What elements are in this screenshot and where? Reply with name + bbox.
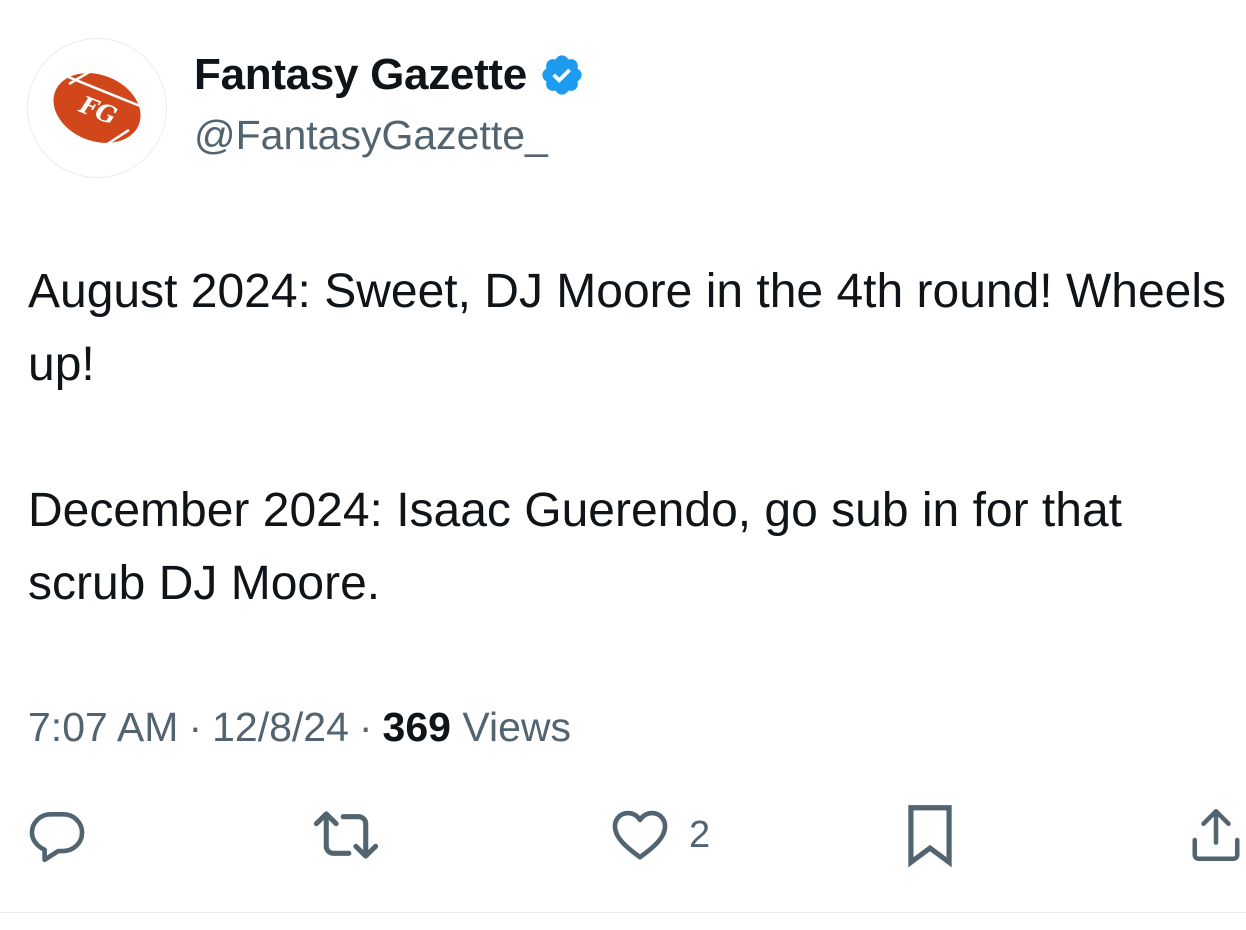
retweet-button[interactable] bbox=[312, 800, 380, 870]
views-label: Views bbox=[462, 704, 572, 750]
author-handle[interactable]: @FantasyGazette_ bbox=[194, 112, 548, 159]
like-button[interactable]: 2 bbox=[609, 800, 710, 870]
tweet-date[interactable]: 12/8/24 bbox=[212, 704, 349, 750]
tweet-action-bar: 2 bbox=[0, 800, 1246, 870]
author-avatar[interactable]: FG bbox=[27, 38, 167, 178]
divider bbox=[0, 912, 1246, 913]
retweet-icon bbox=[313, 811, 379, 859]
tweet-paragraph: August 2024: Sweet, DJ Moore in the 4th … bbox=[28, 265, 1227, 391]
reply-button[interactable] bbox=[26, 800, 88, 870]
tweet-meta: 7:07 AM · 12/8/24 · 369 Views bbox=[28, 704, 571, 751]
tweet-text: August 2024: Sweet, DJ Moore in the 4th … bbox=[28, 255, 1228, 620]
tweet-paragraph: December 2024: Isaac Guerendo, go sub in… bbox=[28, 484, 1122, 610]
heart-icon bbox=[612, 810, 668, 860]
author-display-name[interactable]: Fantasy Gazette bbox=[194, 50, 527, 100]
reply-icon bbox=[29, 812, 85, 863]
share-button[interactable] bbox=[1186, 800, 1246, 870]
like-count: 2 bbox=[689, 813, 711, 856]
tweet-time[interactable]: 7:07 AM bbox=[28, 704, 178, 750]
share-icon bbox=[1192, 809, 1240, 861]
bookmark-button[interactable] bbox=[900, 800, 960, 870]
verified-badge-icon bbox=[542, 55, 582, 95]
bookmark-icon bbox=[908, 805, 952, 868]
meta-separator: · bbox=[188, 704, 203, 750]
meta-separator: · bbox=[358, 704, 373, 750]
author-display-name-row[interactable]: Fantasy Gazette bbox=[194, 50, 585, 100]
views-count: 369 bbox=[382, 704, 451, 750]
football-logo-icon: FG bbox=[53, 63, 141, 154]
